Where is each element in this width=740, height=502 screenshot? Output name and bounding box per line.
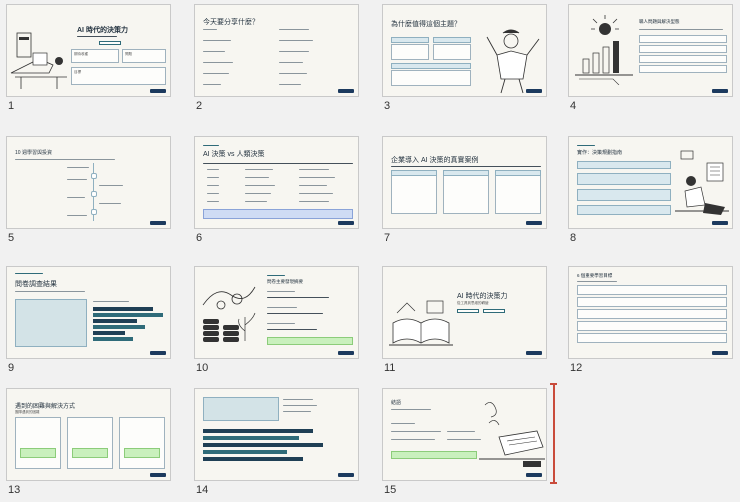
slide-thumbnail-2[interactable]: 今天要分享什麼？ 2 — [188, 0, 363, 112]
slide-thumbnail-10[interactable]: 問卷主要發現摘要 10 — [188, 262, 363, 374]
slide-thumbnail-5[interactable]: 10 週學習與投資 5 — [0, 132, 175, 244]
slide-5[interactable]: 10 週學習與投資 — [6, 136, 171, 229]
slide-thumbnail-12[interactable]: 6 個重要學習目標 12 — [562, 262, 737, 374]
slide-1[interactable]: AI 時代的決策力 期待收穫 問題 目標 — [6, 4, 171, 97]
slide-3[interactable]: 為什麼值得這個主題？ — [382, 4, 547, 97]
slide-thumbnail-3[interactable]: 為什麼值得這個主題？ 3 — [376, 0, 551, 112]
slide-title: AI 時代的決策力 — [77, 27, 128, 34]
slide-thumbnail-1[interactable]: AI 時代的決策力 期待收穫 問題 目標 1 — [0, 0, 175, 112]
person-with-documents-icon — [675, 150, 729, 215]
slide-10[interactable]: 問卷主要發現摘要 — [194, 266, 359, 359]
slide-sorter-grid: AI 時代的決策力 期待收穫 問題 目標 1 今天要分享什麼？ 2 為什麼值得這… — [0, 0, 740, 502]
slide-9[interactable]: 問卷調查結果 — [6, 266, 171, 359]
slide-thumbnail-7[interactable]: 企業導入 AI 決策的真實案例 7 — [376, 132, 551, 244]
slide-number: 1 — [8, 100, 15, 112]
insertion-cursor-bottom-cap — [550, 482, 557, 484]
desk-illustration-icon — [10, 32, 67, 89]
slide-15[interactable]: 結語 — [382, 388, 547, 481]
slide-thumbnail-4[interactable]: 職人問題與解決型態 4 — [562, 0, 737, 112]
insertion-cursor-top-cap — [550, 383, 557, 385]
growth-chart-illustration-icon — [575, 15, 633, 85]
slide-thumbnail-8[interactable]: 實作：決策規劃指南 8 — [562, 132, 737, 244]
slide-thumbnail-11[interactable]: AI 時代的決策力 從工具到思維的轉變 11 — [376, 262, 551, 374]
slide-11[interactable]: AI 時代的決策力 從工具到思維的轉變 — [382, 266, 547, 359]
insertion-cursor — [553, 383, 555, 483]
open-book-illustration-icon — [389, 300, 453, 346]
laptop-illustration-icon — [479, 402, 545, 467]
slide-thumbnail-13[interactable]: 遇到的困難與解決方式 團隊遇到的困難 13 — [0, 384, 175, 496]
slide-thumbnail-9[interactable]: 問卷調查結果 9 — [0, 262, 175, 374]
slide-thumbnail-15[interactable]: 結語 15 — [376, 384, 551, 496]
slide-14[interactable] — [194, 388, 359, 481]
slide-12[interactable]: 6 個重要學習目標 — [568, 266, 733, 359]
slide-thumbnail-14[interactable]: 14 — [188, 384, 363, 496]
slide-13[interactable]: 遇到的困難與解決方式 團隊遇到的困難 — [6, 388, 171, 481]
slide-4[interactable]: 職人問題與解決型態 — [568, 4, 733, 97]
slide-thumbnail-6[interactable]: AI 決策 vs 人類決策 6 — [188, 132, 363, 244]
coins-growth-illustration-icon — [202, 286, 256, 342]
slide-2[interactable]: 今天要分享什麼？ — [194, 4, 359, 97]
slide-7[interactable]: 企業導入 AI 決策的真實案例 — [382, 136, 547, 229]
slide-6[interactable]: AI 決策 vs 人類決策 — [194, 136, 359, 229]
celebrating-person-icon — [486, 29, 540, 94]
slide-8[interactable]: 實作：決策規劃指南 — [568, 136, 733, 229]
